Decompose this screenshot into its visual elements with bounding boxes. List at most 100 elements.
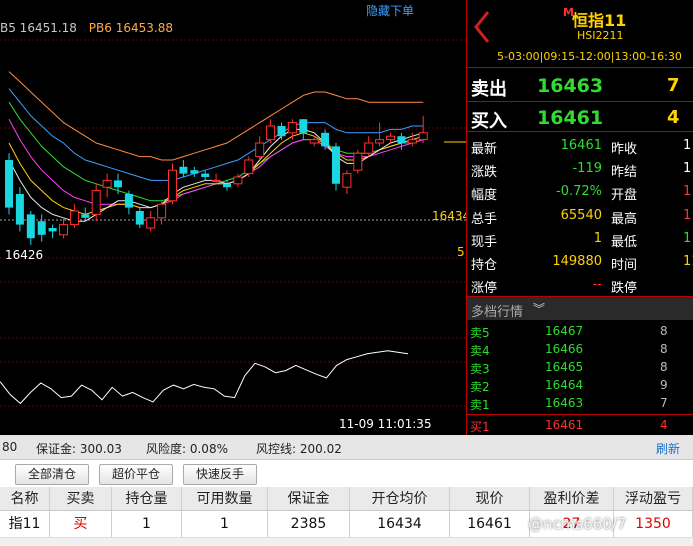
candle-body xyxy=(102,179,112,188)
edge-price-tag: 5 xyxy=(457,245,465,259)
stat-value: -119 xyxy=(572,161,602,177)
candle-body xyxy=(418,132,428,141)
depth-price: 16465 xyxy=(545,360,584,374)
table-cell: 16434 xyxy=(350,511,450,537)
trading-hours: 5-03:00|09:15-12:00|13:00-16:30 xyxy=(497,50,682,63)
candle-body xyxy=(37,221,46,235)
depth-volume: 4 xyxy=(660,418,668,432)
candle-body xyxy=(397,136,406,143)
stat-row: 涨跌 -119 昨结 1 xyxy=(467,158,693,181)
depth-volume: 8 xyxy=(660,342,668,356)
stat-value: -- xyxy=(592,277,602,293)
ask-depth-row[interactable]: 卖3 16465 8 xyxy=(467,358,693,376)
instrument-code: HSI2211 xyxy=(577,29,624,42)
stat-label: 涨停 xyxy=(471,281,498,297)
depth-price: 16467 xyxy=(545,324,584,338)
stat-label: 跌停 xyxy=(611,281,638,297)
table-cell: 1 xyxy=(182,511,268,537)
kline-chart[interactable]: B5 16451.18 PB6 16453.88 隐藏下单 16434 1642… xyxy=(0,0,466,435)
stat-label: 最低 xyxy=(611,234,638,250)
table-cell: 指11 xyxy=(0,511,50,537)
ask-depth-row[interactable]: 卖4 16466 8 xyxy=(467,340,693,358)
candle-body xyxy=(233,176,243,185)
stat-value: 1 xyxy=(683,230,692,246)
ma-legend: B5 16451.18 PB6 16453.88 xyxy=(0,21,181,35)
column-header[interactable]: 盈利价差 xyxy=(530,487,614,510)
stat-label: 最高 xyxy=(611,211,638,227)
depth-label: 卖1 xyxy=(470,398,490,412)
double-chevron-down-icon[interactable]: ︾ xyxy=(533,300,545,317)
close-all-button[interactable]: 全部清仓 xyxy=(15,464,89,485)
candle-body xyxy=(168,169,177,202)
candle-body xyxy=(277,126,286,137)
hide-order-link[interactable]: 隐藏下单 xyxy=(366,2,414,19)
candle-body xyxy=(146,217,156,229)
ask-label: 卖出 xyxy=(471,79,507,100)
column-header[interactable]: 持仓量 xyxy=(112,487,182,510)
stat-value: 16461 xyxy=(560,138,602,153)
super-close-button[interactable]: 超价平仓 xyxy=(99,464,173,485)
column-header[interactable]: 浮动盈亏 xyxy=(614,487,693,510)
ask-depth-row[interactable]: 卖1 16463 7 xyxy=(467,394,693,412)
stat-label: 昨结 xyxy=(611,165,638,181)
column-header[interactable]: 现价 xyxy=(450,487,530,510)
depth-volume: 9 xyxy=(660,378,668,392)
candle-body xyxy=(114,180,122,188)
column-header[interactable]: 名称 xyxy=(0,487,50,510)
stat-label: 幅度 xyxy=(471,188,498,204)
candle-body xyxy=(386,135,395,141)
column-header[interactable]: 买卖 xyxy=(50,487,112,510)
positions-header: 名称 买卖 持仓量 可用数量 保证金 开仓均价 现价 盈利价差 浮动盈亏 xyxy=(0,487,693,511)
ma-legend-item: B5 16451.18 xyxy=(0,21,77,35)
depth-volume: 7 xyxy=(660,396,668,410)
depth-volume: 8 xyxy=(660,324,668,338)
margin-text: 保证金: 300.03 xyxy=(36,442,122,456)
candle-body xyxy=(321,132,330,147)
stat-value: 1 xyxy=(683,138,692,153)
bid-depth-row[interactable]: 买1 16461 4 xyxy=(467,414,693,435)
stat-label: 开盘 xyxy=(611,188,638,204)
candle-body xyxy=(407,139,417,144)
ask-depth-row[interactable]: 卖2 16464 9 xyxy=(467,376,693,394)
depth-label: 卖2 xyxy=(470,380,490,394)
column-header[interactable]: 开仓均价 xyxy=(350,487,450,510)
candle-body xyxy=(15,194,24,225)
candle-body xyxy=(342,173,352,188)
depth-price: 16463 xyxy=(545,396,584,410)
refresh-link[interactable]: 刷新 xyxy=(656,440,680,457)
depth-price: 16466 xyxy=(545,342,584,356)
stat-value: 1 xyxy=(593,230,602,246)
depth-label: 卖3 xyxy=(470,362,490,376)
stat-label: 昨收 xyxy=(611,142,638,157)
ask-row[interactable]: 卖出 16463 7 xyxy=(467,70,693,101)
chart-canvas[interactable] xyxy=(0,0,466,435)
ma-legend-item: PB6 16453.88 xyxy=(88,21,173,35)
candle-body xyxy=(299,119,308,133)
column-header[interactable]: 保证金 xyxy=(268,487,350,510)
candle-body xyxy=(48,228,57,232)
stat-value: 1 xyxy=(683,184,692,200)
candle-body xyxy=(353,152,363,171)
stat-value: 1 xyxy=(683,161,692,177)
ask-depth-row[interactable]: 卖5 16467 8 xyxy=(467,322,693,340)
low-price-tag: 16426 xyxy=(5,248,44,262)
quote-panel: M 恒指11 HSI2211 5-03:00|09:15-12:00|13:00… xyxy=(466,0,693,435)
stat-value: 65540 xyxy=(560,207,602,223)
instrument-name: 恒指11 xyxy=(572,11,627,30)
quick-reverse-button[interactable]: 快速反手 xyxy=(183,464,257,485)
bid-row[interactable]: 买入 16461 4 xyxy=(467,101,693,132)
stat-value: -0.72% xyxy=(556,184,602,200)
quote-stats: 最新 16461 昨收 1 涨跌 -119 昨结 1 幅度 -0.72% 开盘 1 总手 65540… xyxy=(467,131,693,297)
candle-body xyxy=(5,160,13,208)
table-cell: 买 xyxy=(50,511,112,537)
column-header[interactable]: 可用数量 xyxy=(182,487,268,510)
depth-header[interactable]: 多档行情 ︾ xyxy=(467,296,693,320)
candle-body xyxy=(59,224,68,236)
watermark: @ncms660/7 xyxy=(528,515,627,533)
depth-title: 多档行情 xyxy=(471,305,524,320)
table-cell: 2385 xyxy=(268,511,350,537)
table-cell: 1 xyxy=(112,511,182,537)
back-arrow-icon[interactable] xyxy=(471,10,493,44)
depth-label: 买1 xyxy=(470,420,490,434)
stat-row: 持仓 149880 时间 11:0 xyxy=(467,251,693,274)
